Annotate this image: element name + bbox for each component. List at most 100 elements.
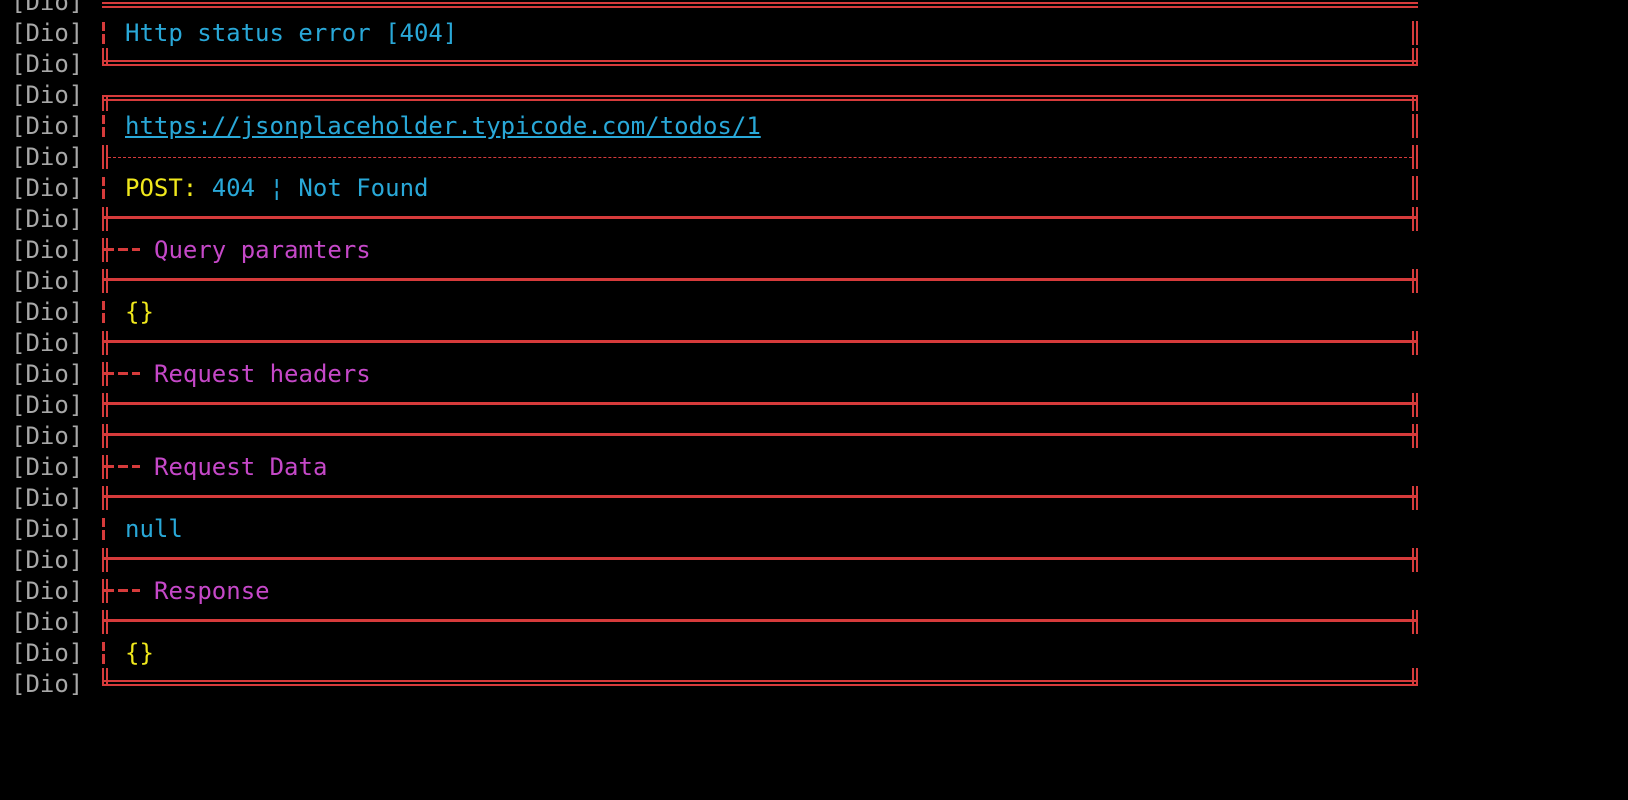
box-right-border bbox=[1412, 114, 1418, 138]
log-prefix: [Dio] bbox=[11, 267, 84, 295]
box-left-border bbox=[102, 642, 105, 664]
log-line: [Dio] Request Data bbox=[0, 451, 1628, 483]
log-line: [Dio] POST: 404 ¦ Not Found bbox=[0, 172, 1628, 204]
box-corner-top-right bbox=[1412, 95, 1418, 111]
section-separator bbox=[102, 495, 1418, 498]
section-separator bbox=[102, 402, 1418, 405]
log-line: [Dio] Request headers bbox=[0, 358, 1628, 390]
log-line: [Dio] bbox=[0, 0, 1628, 18]
log-line: [Dio] bbox=[0, 203, 1628, 235]
log-prefix: [Dio] bbox=[11, 391, 84, 419]
box-left-border bbox=[102, 331, 108, 355]
log-line: [Dio] bbox=[0, 606, 1628, 638]
log-line: [Dio] bbox=[0, 327, 1628, 359]
section-separator bbox=[102, 340, 1418, 343]
log-prefix: [Dio] bbox=[11, 360, 84, 388]
section-marker bbox=[104, 248, 140, 251]
log-prefix: [Dio] bbox=[11, 422, 84, 450]
log-prefix: [Dio] bbox=[11, 19, 84, 47]
box-left-border bbox=[102, 269, 108, 293]
box-right-border bbox=[1412, 393, 1418, 417]
log-prefix: [Dio] bbox=[11, 546, 84, 574]
log-line: [Dio] bbox=[0, 48, 1628, 80]
box-right-border bbox=[1412, 176, 1418, 200]
log-line: [Dio] Query paramters bbox=[0, 234, 1628, 266]
log-line: [Dio] bbox=[0, 544, 1628, 576]
log-prefix: [Dio] bbox=[11, 50, 84, 78]
box-left-border bbox=[102, 207, 108, 231]
log-line: [Dio] bbox=[0, 420, 1628, 452]
status-code: 404 bbox=[211, 174, 256, 202]
box-right-border bbox=[1412, 548, 1418, 572]
section-title-headers: Request headers bbox=[154, 360, 371, 388]
box-right-border bbox=[1412, 269, 1418, 293]
box-left-border bbox=[102, 22, 105, 44]
log-prefix: [Dio] bbox=[11, 608, 84, 636]
box-right-border bbox=[1412, 610, 1418, 634]
request-url-link[interactable]: https://jsonplaceholder.typicode.com/tod… bbox=[125, 110, 761, 142]
log-line: [Dio] bbox=[0, 141, 1628, 173]
error-message: Http status error [404] bbox=[125, 19, 458, 47]
box-left-border bbox=[102, 424, 108, 448]
box-left-border bbox=[102, 115, 105, 137]
dashed-separator bbox=[108, 157, 1412, 158]
log-line: [Dio] bbox=[0, 265, 1628, 297]
box-right-border bbox=[1412, 21, 1418, 45]
log-line: [Dio] bbox=[0, 79, 1628, 111]
box-right-border bbox=[1412, 145, 1418, 169]
box-left-border bbox=[102, 518, 105, 540]
log-prefix: [Dio] bbox=[11, 143, 84, 171]
box-left-border bbox=[102, 610, 108, 634]
log-prefix: [Dio] bbox=[11, 453, 84, 481]
section-separator bbox=[102, 619, 1418, 622]
section-title-request-data: Request Data bbox=[154, 453, 328, 481]
terminal-window: [Dio] [Dio] Http status error [404] [Dio… bbox=[0, 0, 1628, 800]
log-line: [Dio] bbox=[0, 389, 1628, 421]
log-line: [Dio] Http status error [404] bbox=[0, 17, 1628, 49]
section-marker bbox=[104, 372, 140, 375]
box-bottom-border bbox=[102, 60, 1418, 66]
box-bottom-border bbox=[102, 2, 1418, 8]
box-corner-top-left bbox=[102, 95, 108, 111]
log-prefix: [Dio] bbox=[11, 236, 84, 264]
section-marker bbox=[104, 589, 140, 592]
log-prefix: [Dio] bbox=[11, 81, 84, 109]
log-prefix: [Dio] bbox=[11, 515, 84, 543]
log-prefix: [Dio] bbox=[11, 484, 84, 512]
request-data-value: null bbox=[125, 515, 183, 543]
box-right-border bbox=[1412, 486, 1418, 510]
status-separator: ¦ bbox=[269, 174, 284, 202]
log-prefix: [Dio] bbox=[11, 577, 84, 605]
box-left-border bbox=[102, 393, 108, 417]
section-separator bbox=[102, 278, 1418, 281]
log-line: [Dio] bbox=[0, 668, 1628, 700]
box-left-border bbox=[102, 548, 108, 572]
status-text: Not Found bbox=[298, 174, 429, 202]
box-left-border bbox=[102, 301, 105, 323]
log-prefix: [Dio] bbox=[11, 112, 84, 140]
box-top-border bbox=[102, 95, 1418, 101]
section-title-query: Query paramters bbox=[154, 236, 371, 264]
section-separator bbox=[102, 216, 1418, 219]
log-line: [Dio] https://jsonplaceholder.typicode.c… bbox=[0, 110, 1628, 142]
log-prefix: [Dio] bbox=[11, 298, 84, 326]
log-prefix: [Dio] bbox=[11, 0, 84, 16]
section-title-response: Response bbox=[154, 577, 270, 605]
box-bottom-border bbox=[102, 680, 1418, 686]
log-prefix: [Dio] bbox=[11, 205, 84, 233]
response-body-value: {} bbox=[125, 639, 154, 667]
log-line: [Dio] bbox=[0, 482, 1628, 514]
section-separator bbox=[102, 433, 1418, 436]
status-line: POST: 404 ¦ Not Found bbox=[125, 172, 428, 204]
query-params-value: {} bbox=[125, 298, 154, 326]
box-left-border bbox=[102, 177, 105, 199]
log-line: [Dio] {} bbox=[0, 296, 1628, 328]
box-left-border bbox=[102, 486, 108, 510]
log-prefix: [Dio] bbox=[11, 639, 84, 667]
log-prefix: [Dio] bbox=[11, 329, 84, 357]
box-right-border bbox=[1412, 331, 1418, 355]
log-prefix: [Dio] bbox=[11, 670, 84, 698]
http-method: POST: bbox=[125, 174, 198, 202]
log-line: [Dio] Response bbox=[0, 575, 1628, 607]
log-line: [Dio] {} bbox=[0, 637, 1628, 669]
